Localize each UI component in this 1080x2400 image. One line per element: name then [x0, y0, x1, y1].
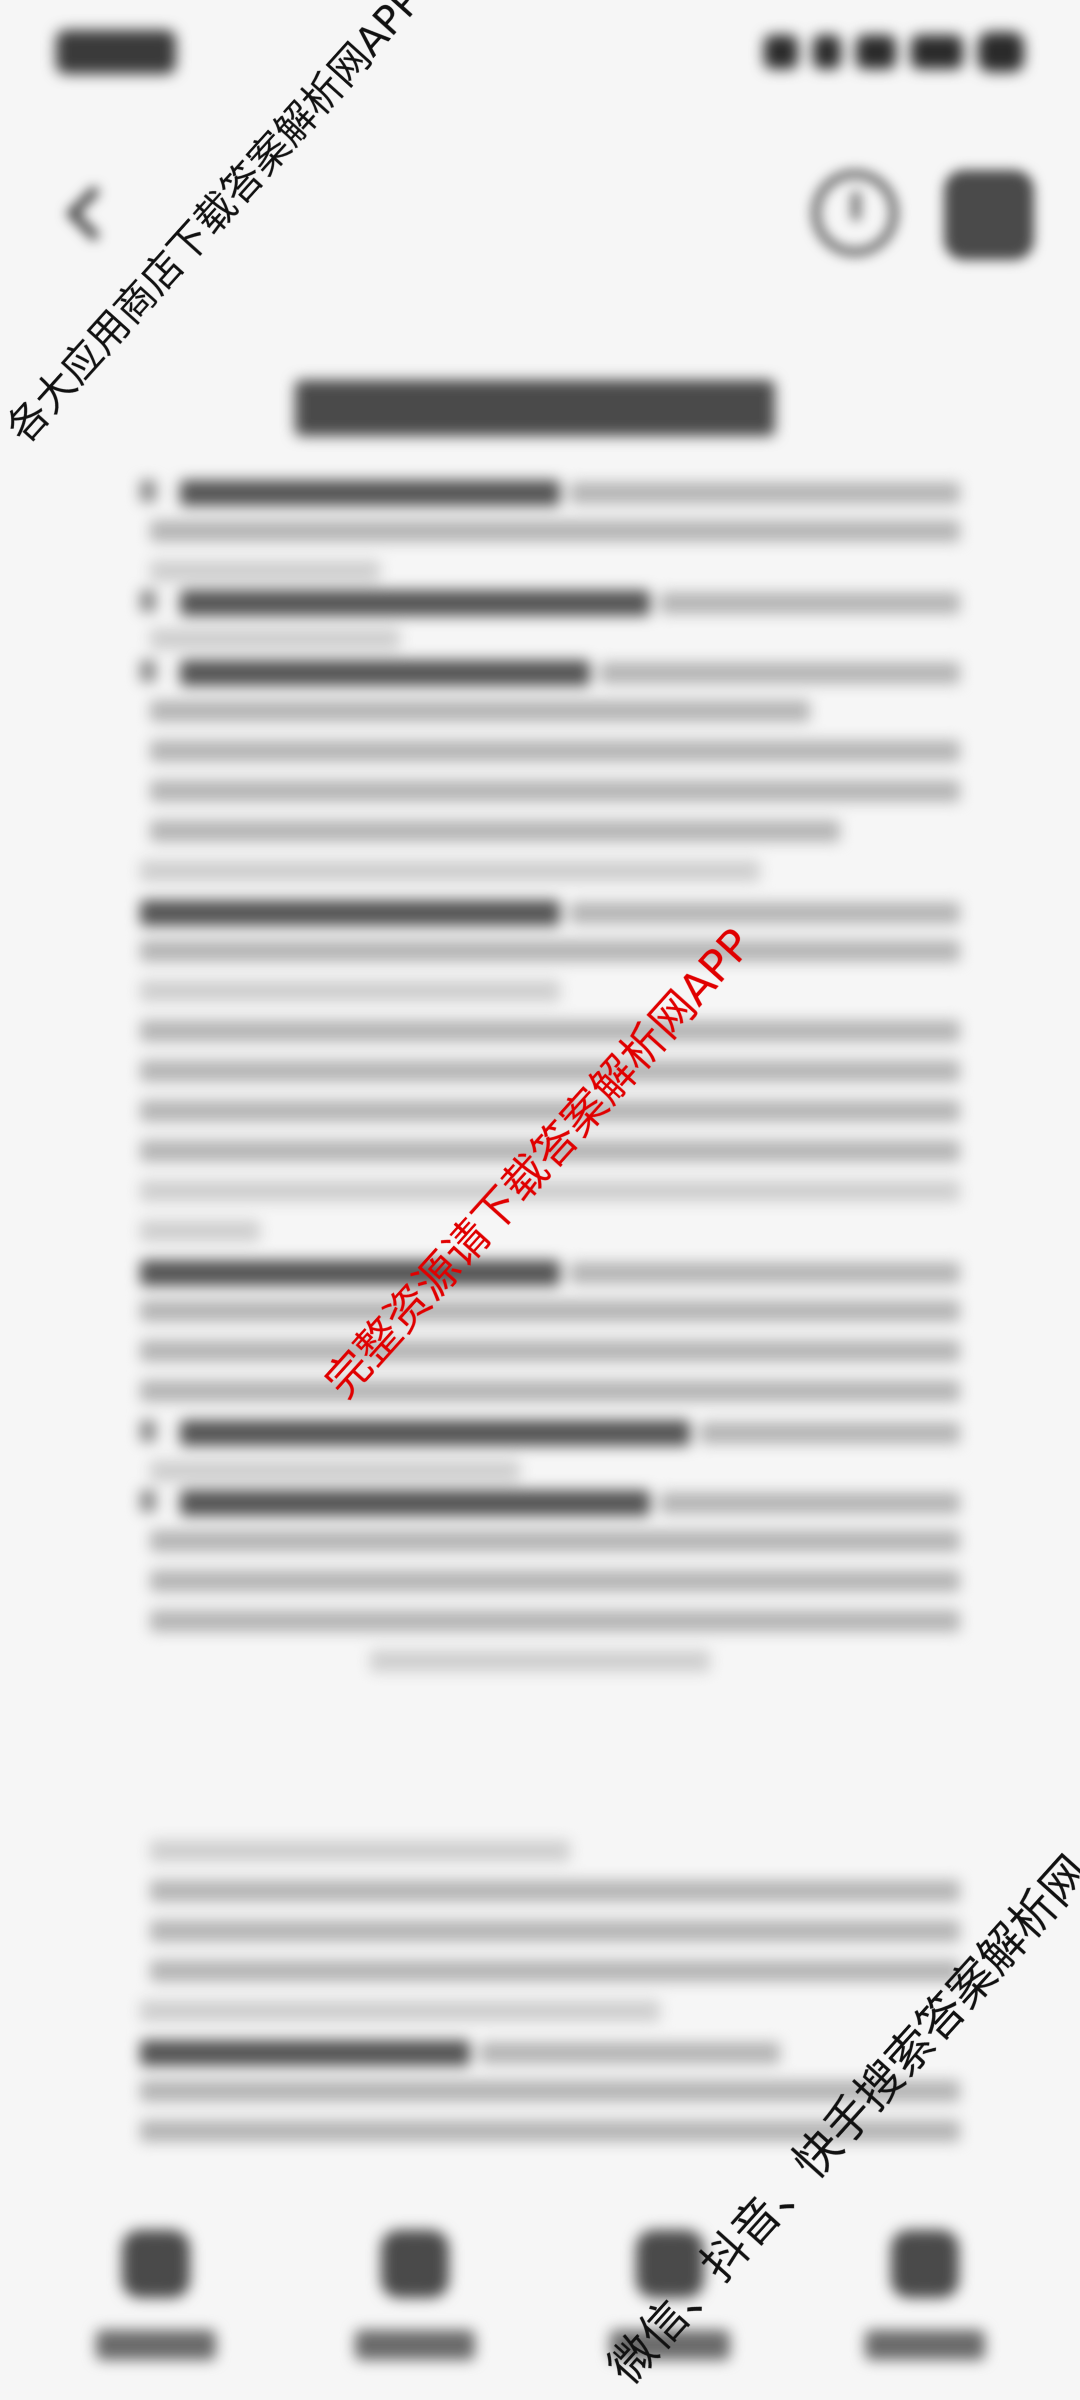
list-number	[140, 1420, 156, 1442]
text-line	[150, 1880, 960, 1902]
text-line	[150, 1530, 960, 1552]
text-line	[660, 592, 960, 614]
signal-icon	[911, 35, 963, 69]
back-button[interactable]	[58, 180, 128, 242]
text-line	[570, 902, 960, 924]
bottom-navigation	[0, 2200, 1080, 2400]
text-line	[140, 900, 560, 926]
text-line	[140, 1300, 960, 1322]
text-line	[700, 1422, 960, 1444]
text-line	[570, 482, 960, 504]
text-line	[150, 1960, 960, 1982]
text-line	[180, 1420, 690, 1446]
clock-icon[interactable]	[812, 170, 898, 256]
battery-icon	[978, 32, 1024, 72]
text-line	[180, 1490, 650, 1516]
text-line	[370, 1650, 710, 1672]
notification-icon	[764, 35, 798, 69]
text-line	[180, 660, 590, 686]
text-line	[150, 628, 400, 650]
text-line	[140, 1340, 960, 1362]
list-number	[140, 660, 156, 682]
grid-icon[interactable]	[944, 170, 1034, 260]
text-line	[150, 520, 960, 542]
list-number	[140, 590, 156, 612]
text-line	[140, 860, 760, 882]
nav-item-home[interactable]	[86, 2230, 226, 2370]
grid-icon	[381, 2230, 449, 2298]
text-line	[150, 740, 960, 762]
text-line	[480, 2042, 780, 2064]
text-line	[140, 2040, 470, 2066]
status-bar	[0, 0, 1080, 110]
text-line	[600, 662, 960, 684]
text-line	[150, 1920, 960, 1942]
text-line	[150, 820, 840, 842]
text-line	[140, 1020, 960, 1042]
text-line	[570, 1262, 960, 1284]
text-line	[150, 1840, 570, 1862]
list-number	[140, 480, 156, 502]
text-line	[150, 1460, 520, 1482]
nav-label	[865, 2330, 985, 2360]
status-time	[56, 30, 176, 74]
wifi-icon	[856, 35, 896, 69]
grid-icon	[891, 2230, 959, 2298]
nav-label	[355, 2330, 475, 2360]
home-icon	[122, 2230, 190, 2298]
back-arrow-icon	[65, 185, 122, 242]
text-line	[140, 1380, 960, 1402]
text-line	[140, 1060, 960, 1082]
text-line	[140, 2000, 660, 2022]
text-line	[150, 780, 960, 802]
document-title	[295, 380, 775, 436]
nav-item-2[interactable]	[345, 2230, 485, 2370]
status-icons	[764, 28, 1024, 76]
nav-item-4[interactable]	[855, 2230, 995, 2370]
text-line	[660, 1492, 960, 1514]
text-line	[140, 940, 960, 962]
text-line	[150, 1610, 960, 1632]
text-line	[180, 480, 560, 506]
text-line	[180, 590, 650, 616]
text-line	[150, 1570, 960, 1592]
text-line	[150, 560, 380, 582]
text-line	[140, 1220, 260, 1242]
text-line	[140, 980, 560, 1002]
list-number	[140, 1490, 156, 1512]
text-line	[150, 700, 810, 722]
nav-label	[96, 2330, 216, 2360]
text-line	[140, 1260, 560, 1286]
bluetooth-icon	[813, 35, 841, 69]
